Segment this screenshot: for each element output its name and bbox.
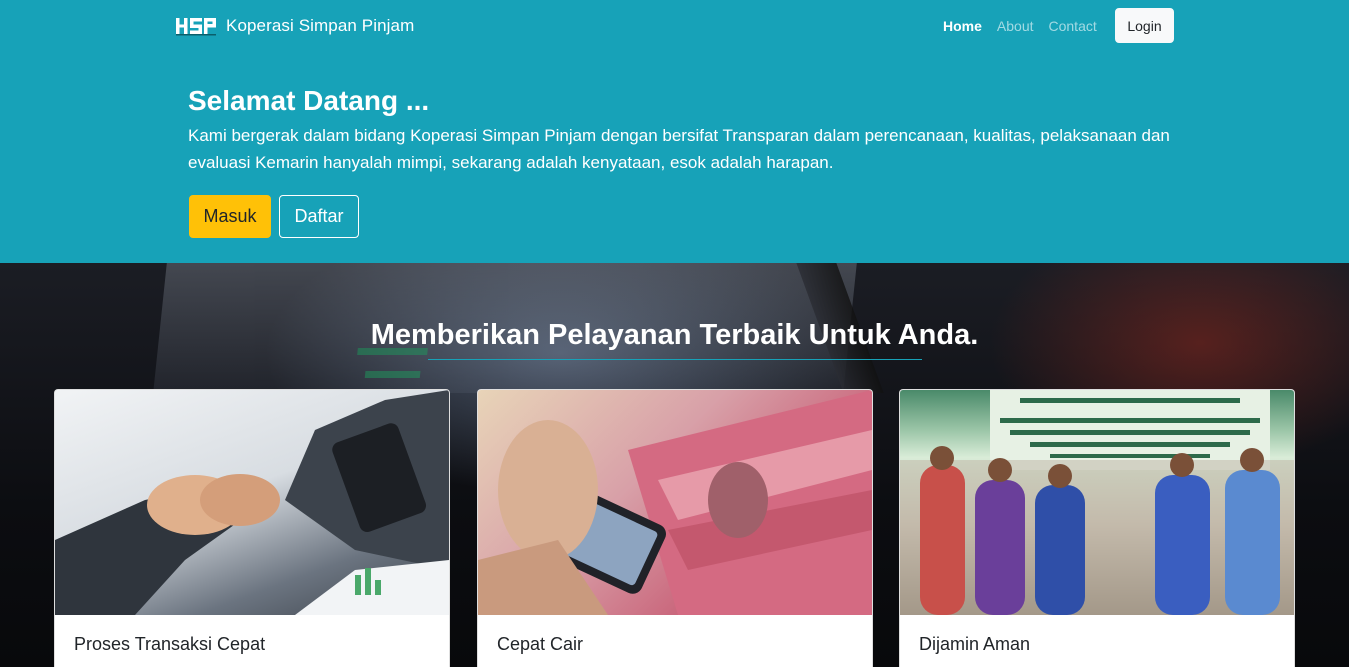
- card-title: Proses Transaksi Cepat: [74, 634, 266, 654]
- nav-about-link[interactable]: About: [997, 18, 1034, 34]
- card-title: Dijamin Aman: [919, 634, 1031, 654]
- card-title: Cepat Cair: [497, 634, 584, 654]
- nav-contact-link[interactable]: Contact: [1049, 18, 1097, 34]
- money-phone-photo: [478, 390, 872, 615]
- service-card-cair[interactable]: Cepat Cair: [477, 389, 873, 667]
- brand-name: Koperasi Simpan Pinjam: [226, 16, 415, 35]
- hero-description: Kami bergerak dalam bidang Koperasi Simp…: [188, 126, 1170, 172]
- brand-logo-icon: [176, 15, 218, 37]
- login-button[interactable]: Login: [1115, 8, 1174, 43]
- masuk-button[interactable]: Masuk: [189, 195, 271, 238]
- service-card-transaksi[interactable]: Proses Transaksi Cepat: [54, 389, 450, 667]
- daftar-button[interactable]: Daftar: [279, 195, 359, 238]
- hero-section: Selamat Datang ... Kami bergerak dalam b…: [0, 52, 1349, 263]
- services-title: Memberikan Pelayanan Terbaik Untuk Anda.: [370, 319, 979, 351]
- brand[interactable]: Koperasi Simpan Pinjam: [176, 15, 414, 37]
- ceremony-photo: [900, 390, 1294, 615]
- nav-home-link[interactable]: Home: [943, 18, 982, 34]
- nav-links: Home About Contact: [943, 18, 1097, 34]
- services-section: Memberikan Pelayanan Terbaik Untuk Anda.…: [0, 263, 1349, 667]
- navbar: Koperasi Simpan Pinjam Home About Contac…: [0, 0, 1349, 52]
- handshake-photo: [55, 390, 449, 615]
- title-underline: [428, 359, 922, 360]
- service-card-aman[interactable]: Dijamin Aman: [899, 389, 1295, 667]
- hero-title: Selamat Datang ...: [188, 85, 430, 116]
